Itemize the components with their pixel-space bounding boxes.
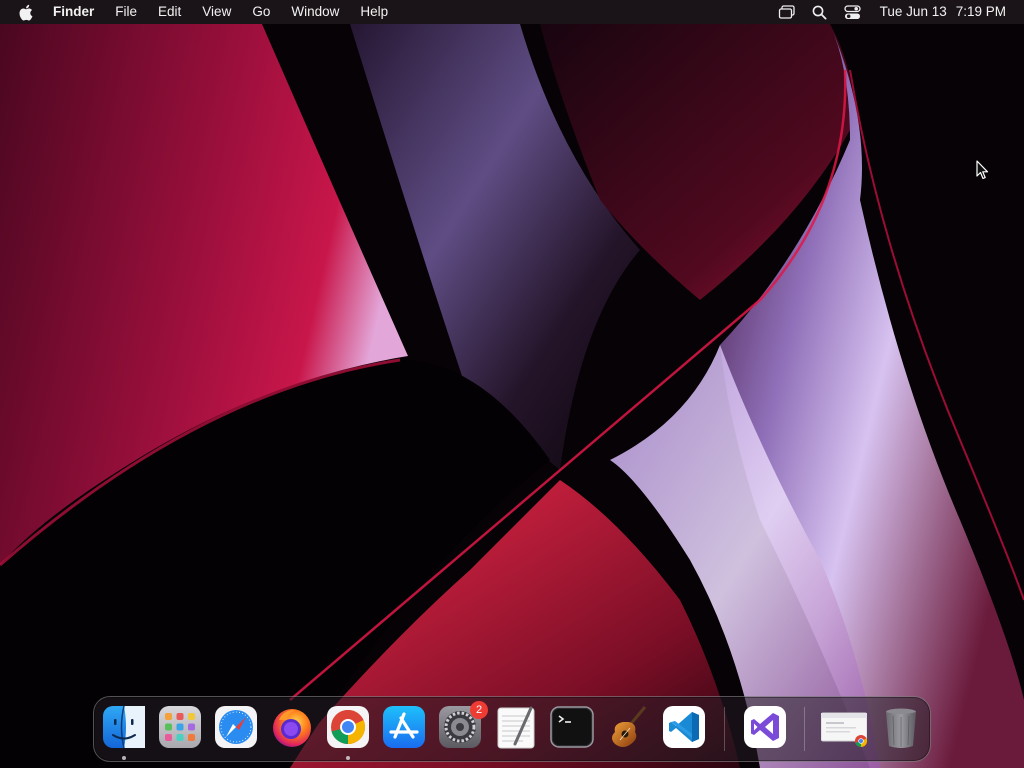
menu-edit[interactable]: Edit: [158, 0, 181, 24]
dock-app-garageband[interactable]: [605, 704, 651, 750]
vscode-icon: [663, 706, 705, 748]
firefox-icon: [273, 709, 311, 747]
menu-bar: Finder File Edit View Go Window Help Tue…: [0, 0, 1024, 24]
trash-icon: [886, 708, 916, 748]
dock-app-chrome[interactable]: [325, 704, 371, 750]
dock-app-terminal[interactable]: [549, 704, 595, 750]
dock-app-visual-studio[interactable]: [742, 704, 788, 750]
mouse-cursor-icon: [976, 160, 989, 180]
running-indicator: [346, 756, 350, 760]
dock-minimized-chrome-window[interactable]: [821, 704, 869, 750]
clock-time: 7:19 PM: [955, 4, 1006, 19]
dock-separator: [724, 707, 725, 751]
dock-separator: [804, 707, 805, 751]
spotlight-search-icon[interactable]: [810, 0, 830, 24]
dock-app-launchpad[interactable]: [157, 704, 203, 750]
screen-mirroring-icon[interactable]: [777, 0, 797, 24]
dock-app-finder[interactable]: [101, 704, 147, 750]
menu-clock[interactable]: Tue Jun 13 7:19 PM: [880, 0, 1006, 24]
menu-app-name[interactable]: Finder: [53, 0, 94, 24]
menu-go[interactable]: Go: [252, 0, 270, 24]
running-indicator: [122, 756, 126, 760]
desktop[interactable]: Finder File Edit View Go Window Help Tue…: [0, 0, 1024, 768]
launchpad-icon: [159, 706, 201, 748]
safari-icon: [215, 706, 257, 748]
finder-icon: [103, 705, 145, 749]
visual-studio-icon: [744, 706, 786, 748]
chrome-icon: [327, 706, 369, 748]
dock-app-textedit[interactable]: [493, 704, 539, 750]
garageband-icon: [612, 706, 647, 747]
dock-app-vscode[interactable]: [661, 704, 707, 750]
menu-file[interactable]: File: [115, 0, 137, 24]
dock-app-system-preferences[interactable]: 2: [437, 701, 488, 750]
dock: 2: [93, 696, 931, 762]
textedit-icon: [497, 706, 535, 749]
notification-badge: 2: [470, 701, 488, 719]
menu-help[interactable]: Help: [360, 0, 388, 24]
clock-date: Tue Jun 13: [879, 4, 947, 19]
dock-app-firefox[interactable]: [269, 704, 315, 750]
terminal-icon: [550, 706, 594, 748]
menu-window[interactable]: Window: [291, 0, 339, 24]
dock-app-safari[interactable]: [213, 704, 259, 750]
control-center-icon[interactable]: [843, 0, 863, 24]
wallpaper-image: [0, 0, 1024, 768]
menu-view[interactable]: View: [202, 0, 231, 24]
dock-app-trash[interactable]: [878, 704, 924, 750]
apple-logo-icon[interactable]: [18, 3, 34, 21]
app-store-icon: [383, 706, 425, 748]
chrome-window-thumbnail-icon: [821, 712, 867, 748]
dock-app-app-store[interactable]: [381, 704, 427, 750]
